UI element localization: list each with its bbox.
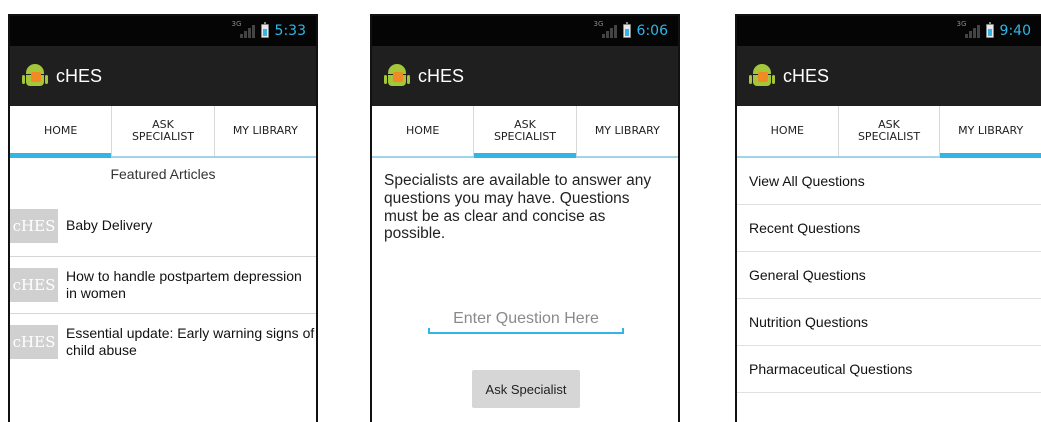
library-item-view-all[interactable]: View All Questions	[737, 158, 1041, 205]
signal-icon: 3G	[594, 20, 617, 38]
status-bar: 3G 5:33	[10, 16, 316, 46]
signal-icon: 3G	[957, 20, 980, 38]
tab-bar: HOME ASK SPECIALIST MY LIBRARY	[10, 106, 316, 158]
battery-icon	[985, 22, 994, 38]
phone-screen-ask-specialist: 3G 6:06 cHES HOME ASK SPECIALIST MY LIBR…	[370, 14, 680, 422]
tab-my-library[interactable]: MY LIBRARY	[940, 106, 1041, 158]
app-icon	[22, 63, 48, 89]
article-title: Baby Delivery	[66, 217, 153, 234]
ask-specialist-button[interactable]: Ask Specialist	[472, 370, 580, 408]
phone-screen-my-library: 3G 9:40 cHES HOME ASK SPECIALIST MY LIBR…	[735, 14, 1041, 422]
action-bar: cHES	[737, 46, 1041, 106]
article-list: cHES Baby Delivery cHES How to handle po…	[10, 196, 316, 370]
featured-heading: Featured Articles	[110, 166, 216, 182]
article-thumbnail: cHES	[10, 268, 58, 302]
article-thumbnail: cHES	[10, 325, 58, 359]
phone-screen-home: 3G 5:33 cHES HOME ASK SPECIALIST MY LIBR…	[8, 14, 318, 422]
question-input[interactable]: Enter Question Here	[428, 304, 624, 334]
clock: 5:33	[274, 23, 306, 39]
app-icon	[749, 63, 775, 89]
app-icon	[384, 63, 410, 89]
app-title: cHES	[56, 65, 103, 86]
tab-my-library[interactable]: MY LIBRARY	[215, 106, 316, 156]
tab-my-library[interactable]: MY LIBRARY	[577, 106, 678, 156]
battery-icon	[260, 22, 269, 38]
tab-home[interactable]: HOME	[10, 106, 113, 158]
library-list: View All Questions Recent Questions Gene…	[737, 158, 1041, 393]
status-bar: 3G 6:06	[372, 16, 678, 46]
list-item[interactable]: cHES How to handle postpartem depression…	[10, 256, 316, 313]
tab-home[interactable]: HOME	[372, 106, 475, 156]
action-bar: cHES	[372, 46, 678, 106]
tab-bar: HOME ASK SPECIALIST MY LIBRARY	[737, 106, 1041, 158]
list-item[interactable]: cHES Essential update: Early warning sig…	[10, 313, 316, 370]
list-item[interactable]: cHES Baby Delivery	[10, 196, 316, 256]
article-thumbnail: cHES	[10, 209, 58, 243]
tab-ask-specialist[interactable]: ASK SPECIALIST	[474, 106, 577, 158]
signal-icon: 3G	[232, 20, 255, 38]
tab-home[interactable]: HOME	[737, 106, 839, 156]
tab-ask-specialist[interactable]: ASK SPECIALIST	[839, 106, 941, 156]
app-title: cHES	[783, 65, 830, 86]
tab-bar: HOME ASK SPECIALIST MY LIBRARY	[372, 106, 678, 158]
library-item-recent[interactable]: Recent Questions	[737, 205, 1041, 252]
library-item-general[interactable]: General Questions	[737, 252, 1041, 299]
status-bar: 3G 9:40	[737, 16, 1041, 46]
tab-ask-specialist[interactable]: ASK SPECIALIST	[112, 106, 215, 156]
specialist-intro-text: Specialists are available to answer any …	[384, 172, 652, 243]
clock: 9:40	[999, 23, 1031, 39]
article-title: Essential update: Early warning signs of…	[66, 324, 315, 359]
action-bar: cHES	[10, 46, 316, 106]
library-item-nutrition[interactable]: Nutrition Questions	[737, 299, 1041, 346]
app-title: cHES	[418, 65, 465, 86]
library-item-pharmaceutical[interactable]: Pharmaceutical Questions	[737, 346, 1041, 393]
clock: 6:06	[636, 23, 668, 39]
article-title: How to handle postpartem depression in w…	[66, 267, 302, 302]
battery-icon	[622, 22, 631, 38]
